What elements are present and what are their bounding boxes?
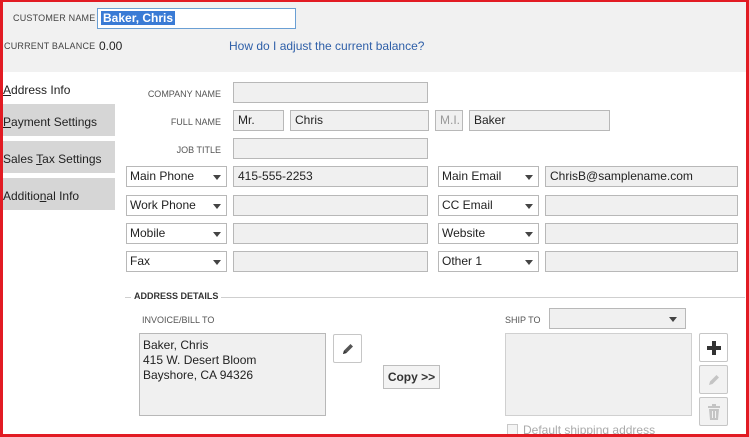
tab-label: ddress Info [11,83,71,97]
ship-to-label: SHIP TO [505,315,541,325]
cc-email-input[interactable] [545,195,738,216]
pencil-icon [708,374,719,385]
plus-icon [706,340,721,355]
select-value: Main Phone [130,169,195,183]
company-name-input[interactable] [233,82,428,103]
select-value: Other 1 [442,254,483,268]
bill-to-line: Baker, Chris [143,338,209,352]
tab-label: Additio [3,189,40,203]
job-title-input[interactable] [233,138,428,159]
chevron-down-icon [213,204,221,209]
pencil-icon [342,343,353,354]
copy-address-button[interactable]: Copy >> [383,365,440,389]
side-tabs: Address Info Payment Settings Sales Tax … [3,72,115,434]
first-name-input[interactable]: Chris [290,110,429,131]
tab-label-accelerator: A [3,83,12,97]
edit-bill-to-button[interactable] [333,334,362,363]
customer-name-label: CUSTOMER NAME [13,13,96,23]
address-details-title: ADDRESS DETAILS [131,291,222,301]
tab-address-info[interactable]: Address Info [3,72,115,106]
select-value: Main Email [442,169,502,183]
last-name-input[interactable]: Baker [469,110,610,131]
website-input[interactable] [545,223,738,244]
company-name-label: COMPANY NAME [147,89,221,99]
select-value: Work Phone [130,198,196,212]
customer-information-window: CUSTOMER NAME Baker, Chris CURRENT BALAN… [0,0,749,437]
ship-to-select[interactable] [549,308,686,329]
select-value: CC Email [442,198,493,212]
cc-email-type-select[interactable]: CC Email [438,195,539,216]
tab-sales-tax-settings[interactable]: Sales Tax Settings [3,141,115,175]
full-name-label: FULL NAME [170,117,221,127]
select-value: Website [442,226,486,240]
customer-header: CUSTOMER NAME Baker, Chris CURRENT BALAN… [3,2,746,72]
other-1-input[interactable] [545,251,738,272]
mobile-type-select[interactable]: Mobile [126,223,227,244]
main-email-input[interactable]: ChrisB@samplename.com [545,166,738,187]
main-email-type-select[interactable]: Main Email [438,166,539,187]
address-info-panel: COMPANY NAME FULL NAME Mr. Chris M.I. Ba… [115,72,746,437]
other-1-type-select[interactable]: Other 1 [438,251,539,272]
website-type-select[interactable]: Website [438,223,539,244]
chevron-down-icon [213,175,221,180]
fax-type-select[interactable]: Fax [126,251,227,272]
chevron-down-icon [213,232,221,237]
default-shipping-checkbox[interactable] [507,424,518,434]
select-value: Fax [130,254,151,268]
chevron-down-icon [213,260,221,265]
customer-name-value: Baker, Chris [101,11,176,25]
current-balance-value: 0.00 [99,39,123,53]
mobile-input[interactable] [233,223,428,244]
tab-label: al Info [46,189,80,203]
tab-label: ayment Settings [11,115,98,129]
chevron-down-icon [525,232,533,237]
bill-to-label: INVOICE/BILL TO [142,315,215,325]
bill-to-address[interactable]: Baker, Chris 415 W. Desert Bloom Bayshor… [139,333,326,416]
job-title-label: JOB TITLE [176,145,221,155]
ship-to-address[interactable] [505,333,692,416]
select-value: Mobile [130,226,166,240]
bill-to-line: Bayshore, CA 94326 [143,368,254,382]
work-phone-type-select[interactable]: Work Phone [126,195,227,216]
adjust-balance-help-link[interactable]: How do I adjust the current balance? [229,39,424,53]
tab-additional-info[interactable]: Additional Info [3,178,115,212]
chevron-down-icon [669,317,677,322]
trash-icon [707,403,720,420]
delete-ship-to-button[interactable] [699,397,728,426]
chevron-down-icon [525,260,533,265]
tab-label: Sales [3,152,37,166]
bill-to-line: 415 W. Desert Bloom [143,353,257,367]
default-shipping-label: Default shipping address [523,423,656,437]
middle-initial-input[interactable]: M.I. [435,110,463,131]
chevron-down-icon [525,204,533,209]
current-balance-label: CURRENT BALANCE [4,41,96,51]
main-phone-type-select[interactable]: Main Phone [126,166,227,187]
work-phone-input[interactable] [233,195,428,216]
tab-payment-settings[interactable]: Payment Settings [3,104,115,138]
chevron-down-icon [525,175,533,180]
tab-label-accelerator: P [3,115,12,129]
tab-label: ax Settings [42,152,102,166]
main-phone-input[interactable]: 415-555-2253 [233,166,428,187]
fax-input[interactable] [233,251,428,272]
add-ship-to-button[interactable] [699,333,728,362]
edit-ship-to-button[interactable] [699,365,728,394]
customer-name-input[interactable]: Baker, Chris [97,8,296,29]
salutation-input[interactable]: Mr. [233,110,284,131]
